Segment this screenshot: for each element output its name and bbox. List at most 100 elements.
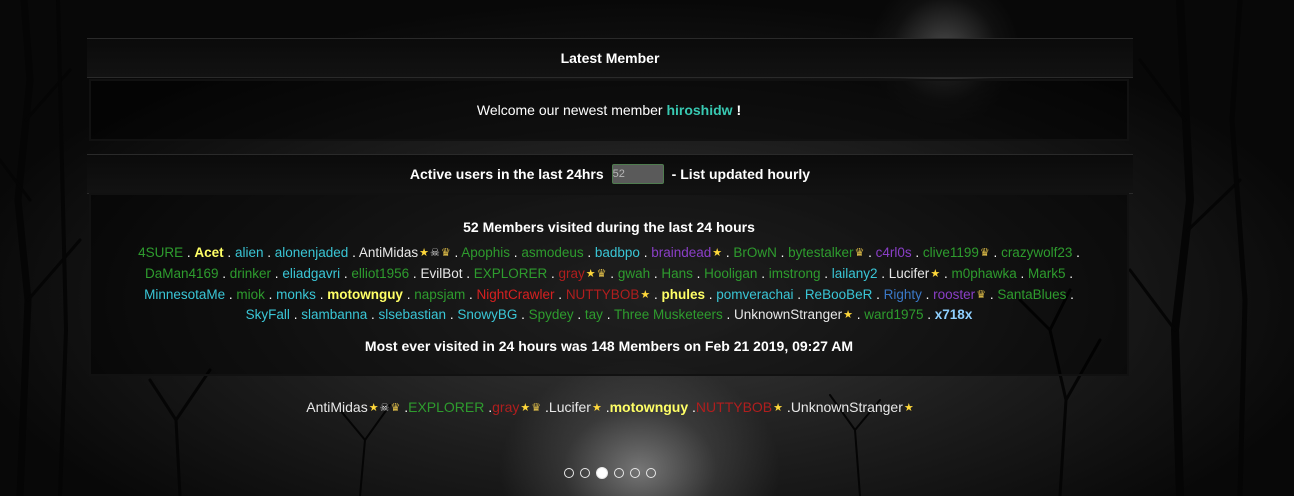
member-link[interactable]: alien	[235, 245, 264, 260]
carousel-dot[interactable]	[614, 468, 624, 478]
member-entry: Acet	[194, 245, 223, 260]
member-link[interactable]: UnknownStranger	[791, 399, 903, 415]
member-entry: motownguy	[610, 399, 689, 415]
member-entry: imstrong	[769, 266, 821, 281]
member-link[interactable]: x718x	[935, 307, 973, 322]
member-entry: DaMan4169	[145, 266, 219, 281]
member-entry: AntiMidas★☠♛	[359, 245, 451, 260]
member-entry: motownguy	[327, 287, 403, 302]
member-link[interactable]: elliot1956	[351, 266, 409, 281]
welcome-text: Welcome our newest member	[476, 102, 663, 118]
member-link[interactable]: Acet	[194, 245, 223, 260]
member-entry: gray★♛	[559, 266, 607, 281]
star-icon: ★	[930, 267, 941, 280]
member-entry: SantaBlues	[997, 287, 1066, 302]
member-link[interactable]: MinnesotaMe	[144, 287, 225, 302]
star-icon: ★	[773, 402, 784, 414]
member-link[interactable]: badbpo	[595, 245, 640, 260]
member-link[interactable]: slambanna	[301, 307, 367, 322]
member-link[interactable]: NightCrawler	[477, 287, 555, 302]
member-link[interactable]: Spydey	[529, 307, 574, 322]
carousel-dot[interactable]	[580, 468, 590, 478]
member-link[interactable]: gray	[492, 399, 519, 415]
member-entry: braindead★	[651, 245, 722, 260]
member-entry: rooster♛	[933, 287, 986, 302]
member-entry: phules	[661, 287, 705, 302]
member-entry: tay	[585, 307, 603, 322]
carousel-dot[interactable]	[564, 468, 574, 478]
member-link[interactable]: Lucifer	[549, 399, 591, 415]
member-link[interactable]: crazywolf23	[1001, 245, 1072, 260]
member-link[interactable]: c4rl0s	[876, 245, 912, 260]
member-link[interactable]: tay	[585, 307, 603, 322]
member-link[interactable]: imstrong	[769, 266, 821, 281]
member-link[interactable]: Lucifer	[889, 266, 930, 281]
member-link[interactable]: SkyFall	[246, 307, 290, 322]
member-link[interactable]: phules	[661, 287, 705, 302]
member-link[interactable]: napsjam	[414, 287, 465, 302]
member-link[interactable]: NUTTYBOB	[696, 399, 772, 415]
member-link[interactable]: asmodeus	[521, 245, 583, 260]
member-link[interactable]: Hans	[661, 266, 693, 281]
member-link[interactable]: bytestalker	[788, 245, 853, 260]
member-link[interactable]: Righty	[884, 287, 922, 302]
member-entry: SkyFall	[246, 307, 290, 322]
star-icon: ★	[843, 309, 853, 322]
member-link[interactable]: motownguy	[610, 399, 689, 415]
active-users-count-badge: 52	[611, 164, 664, 184]
latest-member-title: Latest Member	[560, 50, 660, 66]
member-entry: Righty	[884, 287, 922, 302]
member-entry: slsebastian	[379, 307, 447, 322]
carousel-dot[interactable]	[646, 468, 656, 478]
member-link[interactable]: AntiMidas	[359, 245, 418, 260]
member-link[interactable]: Apophis	[461, 245, 510, 260]
member-link[interactable]: ward1975	[864, 307, 923, 322]
member-link[interactable]: miok	[236, 287, 265, 302]
carousel-dot[interactable]	[630, 468, 640, 478]
member-link[interactable]: AntiMidas	[306, 399, 367, 415]
skull-icon: ☠	[379, 402, 390, 414]
member-entry: UnknownStranger★	[791, 399, 914, 415]
member-link[interactable]: rooster	[933, 287, 975, 302]
crown-icon: ♛	[390, 402, 401, 414]
member-link[interactable]: Mark5	[1028, 266, 1066, 281]
member-entry: asmodeus	[521, 245, 583, 260]
member-link[interactable]: motownguy	[327, 287, 403, 302]
newest-member-link[interactable]: hiroshidw	[666, 102, 732, 118]
member-link[interactable]: EvilBot	[420, 266, 462, 281]
member-link[interactable]: SnowyBG	[457, 307, 517, 322]
member-link[interactable]: Three Musketeers	[614, 307, 723, 322]
skull-icon: ☠	[429, 247, 440, 259]
member-link[interactable]: NUTTYBOB	[566, 287, 640, 302]
member-entry: miok	[236, 287, 265, 302]
member-entry: Hans	[661, 266, 693, 281]
member-link[interactable]: alonenjaded	[275, 245, 349, 260]
member-link[interactable]: braindead	[651, 245, 711, 260]
crown-icon: ♛	[854, 247, 865, 259]
member-link[interactable]: DaMan4169	[145, 266, 219, 281]
member-link[interactable]: pomverachai	[716, 287, 793, 302]
member-link[interactable]: slsebastian	[379, 307, 447, 322]
member-link[interactable]: SantaBlues	[997, 287, 1066, 302]
member-link[interactable]: m0phawka	[951, 266, 1016, 281]
member-link[interactable]: drinker	[230, 266, 271, 281]
member-link[interactable]: BrOwN	[733, 245, 777, 260]
member-link[interactable]: ReBooBeR	[805, 287, 873, 302]
member-link[interactable]: gwah	[618, 266, 650, 281]
member-link[interactable]: lailany2	[832, 266, 878, 281]
member-link[interactable]: gray	[559, 266, 585, 281]
member-entry: EvilBot	[420, 266, 462, 281]
member-link[interactable]: EXPLORER	[408, 399, 484, 415]
member-link[interactable]: Hooligan	[704, 266, 757, 281]
member-entry: Apophis	[461, 245, 510, 260]
member-link[interactable]: EXPLORER	[474, 266, 548, 281]
member-entry: AntiMidas★☠♛	[306, 399, 400, 415]
member-link[interactable]: UnknownStranger	[734, 307, 842, 322]
member-link[interactable]: monks	[276, 287, 316, 302]
carousel-dot[interactable]	[596, 467, 608, 479]
member-entry: x718x	[935, 307, 973, 322]
member-link[interactable]: clive1199	[923, 245, 979, 260]
member-link[interactable]: eliadgavri	[282, 266, 340, 281]
member-link[interactable]: 4SURE	[138, 245, 183, 260]
crown-icon: ♛	[440, 247, 451, 259]
